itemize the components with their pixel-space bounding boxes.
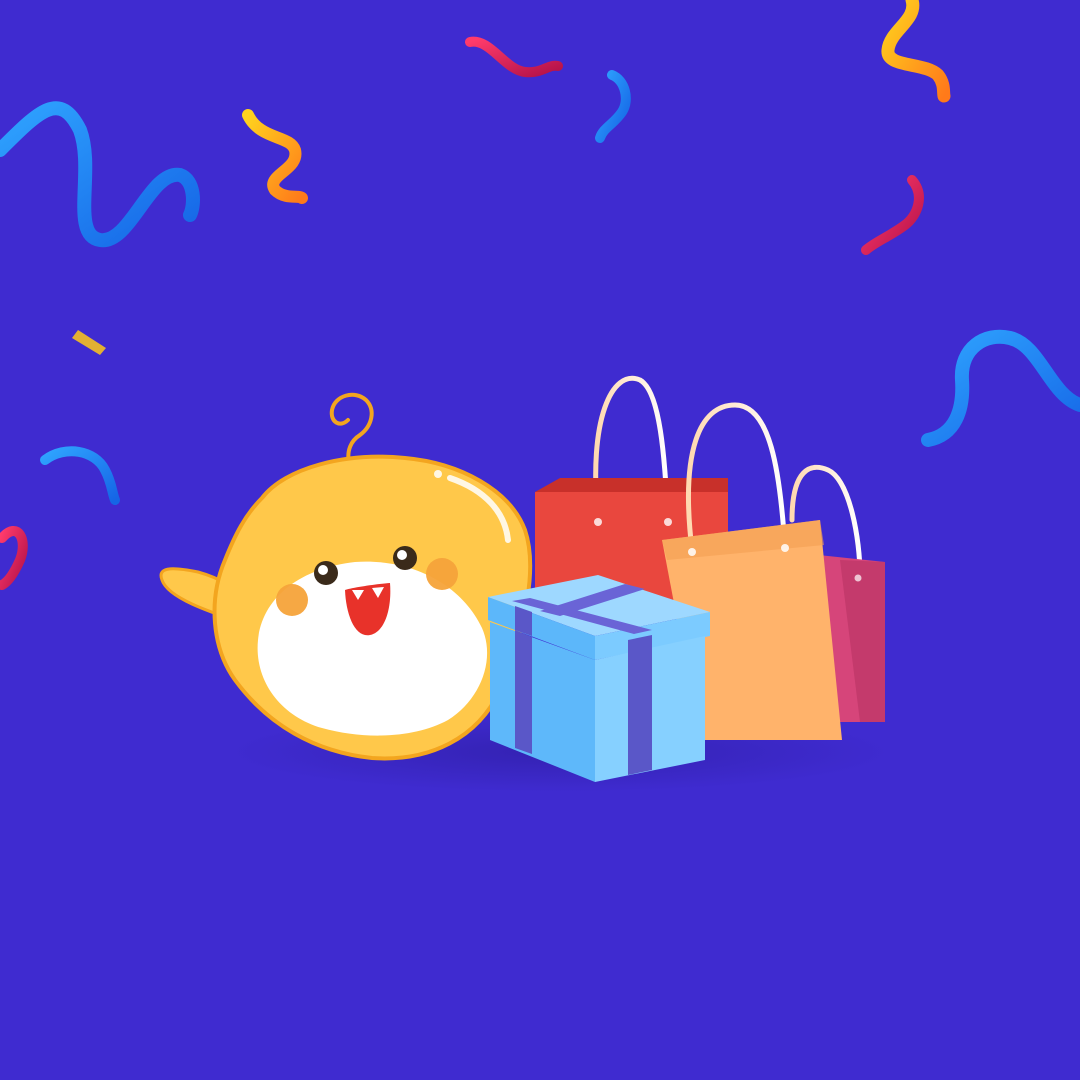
gift-box: [488, 575, 710, 782]
celebration-illustration: [0, 0, 1080, 1080]
confetti-ribbon-blue-2: [40, 446, 120, 505]
illustration-canvas: [0, 0, 1080, 792]
confetti-ribbon-yellow-2: [881, 0, 951, 103]
confetti-ribbon-red-left: [0, 526, 28, 590]
confetti-ribbon-blue-3: [595, 70, 631, 143]
mascot-eye-right: [393, 546, 417, 570]
confetti-ribbon-blue-4: [921, 329, 1080, 447]
confetti-ribbon-red-top: [465, 36, 563, 78]
confetti-ribbon-yellow-1: [242, 109, 308, 204]
mascot-cheek-right: [426, 558, 458, 590]
confetti-ribbon-blue-1: [0, 101, 200, 248]
confetti-piece-gold: [72, 330, 106, 355]
confetti-ribbon-red-right: [861, 175, 924, 255]
yellow-mascot: [159, 392, 533, 761]
gift-box-ribbon: [515, 630, 532, 754]
mascot-cheek-left: [276, 584, 308, 616]
mascot-eye-left: [314, 561, 338, 585]
